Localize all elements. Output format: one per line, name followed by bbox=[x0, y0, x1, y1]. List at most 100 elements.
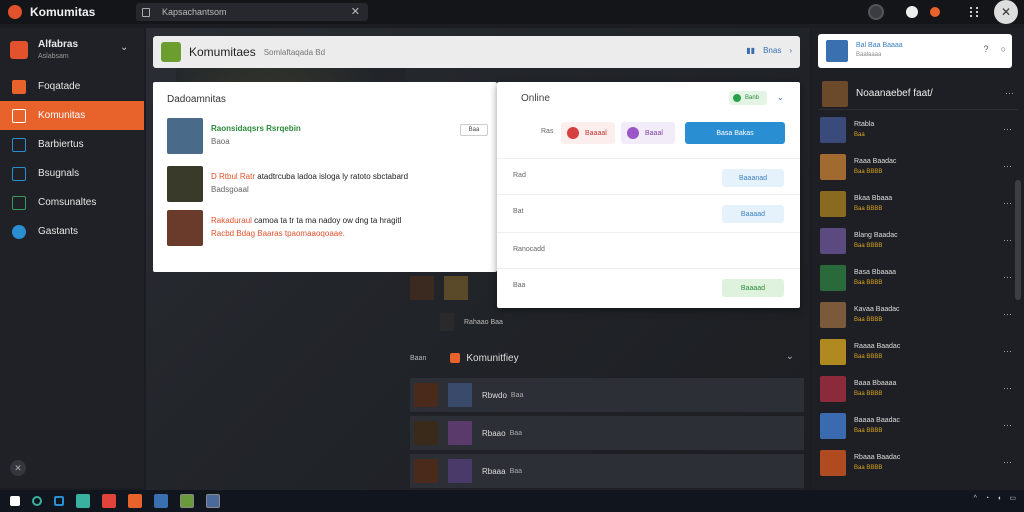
filter-chip[interactable]: Baaaal bbox=[561, 122, 615, 144]
scrollbar[interactable] bbox=[1015, 180, 1021, 300]
avatar bbox=[167, 210, 203, 246]
feed-item-sub: Badsgoaal bbox=[211, 185, 249, 194]
thumbnail bbox=[414, 459, 438, 483]
right-list-item[interactable]: Baaa Bbaaaa Baa BBBB ⋯ bbox=[820, 371, 1016, 407]
feed-item[interactable]: D Rtbul Ratr atadtrcuba ladoa isloga ly … bbox=[167, 166, 487, 202]
search-input[interactable] bbox=[162, 7, 342, 17]
right-list-item[interactable]: Basa Bbaaaa Baa BBBB ⋯ bbox=[820, 260, 1016, 296]
profile-card[interactable]: Bal Baa Baaaa Baalaaaa ? ○ bbox=[818, 34, 1012, 68]
item-name: Rtabla bbox=[854, 121, 875, 128]
sidebar-item-community[interactable]: Komunitas bbox=[0, 101, 144, 130]
more-icon[interactable]: ⋯ bbox=[1003, 198, 1012, 209]
start-icon[interactable] bbox=[10, 496, 20, 506]
chat-icon[interactable] bbox=[906, 6, 918, 18]
mail-icon[interactable] bbox=[102, 494, 116, 508]
online-row: Bat Baaaad bbox=[497, 194, 800, 230]
more-icon[interactable]: ⋯ bbox=[1003, 235, 1012, 246]
right-list-item[interactable]: Baaaa Baadac Baa BBBB ⋯ bbox=[820, 408, 1016, 444]
more-icon[interactable]: ⋯ bbox=[1003, 420, 1012, 431]
row-button[interactable]: Baaaad bbox=[722, 279, 784, 297]
search-icon[interactable]: ○ bbox=[1001, 44, 1006, 54]
item-name: Kavaa Baadac bbox=[854, 306, 900, 313]
right-list-item[interactable]: Bkaa Bbaaa Baa BBBB ⋯ bbox=[820, 186, 1016, 222]
close-icon[interactable]: ✕ bbox=[994, 0, 1018, 24]
volume-icon[interactable]: ◖ bbox=[997, 495, 1001, 502]
collapse-sidebar-icon[interactable]: ✕ bbox=[10, 460, 26, 476]
section-header[interactable]: Baan Komunitfiey ⌄ bbox=[410, 346, 804, 370]
sidebar-item-globe[interactable]: Gastants bbox=[0, 217, 144, 246]
right-header[interactable]: Noaanaebef faat/ ⋯ bbox=[818, 78, 1018, 110]
primary-action-button[interactable]: Basa Bakas bbox=[685, 122, 785, 144]
more-icon[interactable]: ⋯ bbox=[1003, 161, 1012, 172]
thumbnail bbox=[444, 276, 468, 300]
game-icon[interactable] bbox=[180, 494, 194, 508]
chip-label: Baaaal bbox=[585, 129, 607, 137]
feed-item[interactable]: Raonsidaqsrs Rsrqebin Baoa bbox=[167, 118, 487, 154]
clear-search-icon[interactable]: ✕ bbox=[351, 5, 360, 18]
system-tray[interactable]: ^ ◔ ◖ ▭ bbox=[974, 494, 1016, 503]
row-button[interactable]: Baaaad bbox=[722, 205, 784, 223]
right-list-item[interactable]: Kavaa Baadac Baa BBBB ⋯ bbox=[820, 297, 1016, 333]
more-icon[interactable]: ⋯ bbox=[1003, 124, 1012, 135]
search-icon[interactable] bbox=[32, 496, 42, 506]
app-icon[interactable] bbox=[128, 494, 142, 508]
chevron-down-icon[interactable]: ⌄ bbox=[120, 42, 128, 53]
feed-title: Dadoamnitas bbox=[167, 94, 226, 105]
more-icon[interactable]: ⋯ bbox=[1003, 309, 1012, 320]
more-icon[interactable]: ⋯ bbox=[1003, 457, 1012, 468]
status-badge[interactable]: Banb bbox=[729, 91, 767, 105]
feed-item-tail: tpaomaaoqoaae. bbox=[284, 229, 345, 238]
sidebar-header[interactable]: Alfabras Aslabsam ⌄ bbox=[0, 28, 144, 72]
list-item[interactable]: Rahaao Baa bbox=[410, 304, 503, 340]
sidebar-item-home[interactable]: Foqatade bbox=[0, 72, 144, 101]
filter-label: Ras bbox=[541, 128, 554, 135]
list-row[interactable]: Rbaaa Baa bbox=[410, 454, 804, 490]
task-view-icon[interactable] bbox=[54, 496, 64, 506]
community-icon bbox=[12, 108, 26, 123]
search-bar[interactable]: ✕ bbox=[136, 3, 368, 21]
more-icon[interactable]: ⋯ bbox=[1005, 88, 1014, 99]
list-row-sub: Baa bbox=[510, 391, 524, 399]
active-app-icon[interactable] bbox=[206, 494, 220, 508]
row-button[interactable]: Baaanad bbox=[722, 169, 784, 187]
right-list-item[interactable]: Rbaaa Baadac Baa BBBB ⋯ bbox=[820, 445, 1016, 481]
list-item[interactable] bbox=[410, 270, 478, 306]
row-label: Baa bbox=[513, 282, 526, 289]
network-icon[interactable]: ◔ bbox=[985, 495, 989, 502]
explorer-icon[interactable] bbox=[76, 494, 90, 508]
feed-item[interactable]: Rakaduraul camoa ta tr ta ma nadoy ow dn… bbox=[167, 210, 487, 246]
sidebar-item-window[interactable]: Comsunaltes bbox=[0, 188, 144, 217]
list-row[interactable]: Rbwdo Baa bbox=[410, 378, 804, 414]
bar-chart-icon[interactable]: ▮▮ bbox=[746, 46, 755, 55]
feed-more-button[interactable]: Baa bbox=[460, 124, 488, 136]
chevron-down-icon[interactable]: ⌄ bbox=[777, 93, 784, 102]
filter-chip[interactable]: Baaal bbox=[621, 122, 675, 144]
item-tag: Baa BBBB bbox=[854, 206, 883, 212]
right-list-item[interactable]: Rtabla Baa ⋯ bbox=[820, 112, 1016, 148]
feed-item-sub: Racbd Bdag Baaras bbox=[211, 229, 283, 238]
sidebar-item-bookmarks[interactable]: Barbiertus bbox=[0, 130, 144, 159]
store-icon[interactable] bbox=[154, 494, 168, 508]
header-action-link[interactable]: Bnas bbox=[763, 46, 781, 55]
right-list-item[interactable]: Raaaa Baadac Baa BBBB ⋯ bbox=[820, 334, 1016, 370]
more-icon[interactable]: ⋯ bbox=[1003, 346, 1012, 357]
chevron-down-icon[interactable]: ⌄ bbox=[786, 351, 794, 362]
chevron-right-icon[interactable]: › bbox=[789, 46, 792, 55]
list-row[interactable]: Rbaao Baa bbox=[410, 416, 804, 452]
user-avatar[interactable] bbox=[868, 4, 884, 20]
tray-chevron-icon[interactable]: ^ bbox=[974, 495, 977, 502]
right-list-item[interactable]: Blang Baadac Baa BBBB ⋯ bbox=[820, 223, 1016, 259]
more-icon[interactable]: ⋯ bbox=[1003, 272, 1012, 283]
right-list-item[interactable]: Raaa Baadac Baa BBBB ⋯ bbox=[820, 149, 1016, 185]
clock-icon[interactable]: ▭ bbox=[1009, 494, 1016, 502]
notification-badge-icon[interactable] bbox=[930, 7, 940, 17]
more-icon[interactable]: ⋯ bbox=[1003, 383, 1012, 394]
placeholder-icon bbox=[410, 310, 430, 334]
item-name: Baaa Bbaaaa bbox=[854, 380, 897, 387]
sidebar-item-list[interactable]: Bsugnals bbox=[0, 159, 144, 188]
help-icon[interactable]: ? bbox=[984, 44, 989, 54]
apps-grid-icon[interactable] bbox=[970, 7, 978, 17]
feed-panel: Dadoamnitas Raonsidaqsrs Rsrqebin Baoa D… bbox=[153, 82, 497, 272]
online-row: Rad Baaanad bbox=[497, 158, 800, 194]
section-title: Komunitfiey bbox=[466, 352, 519, 364]
